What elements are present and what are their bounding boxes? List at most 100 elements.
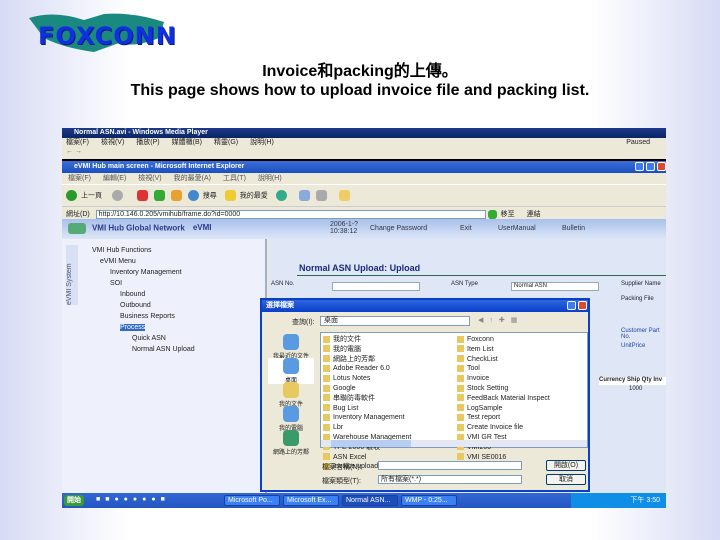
- user-manual-link[interactable]: UserManual: [498, 225, 536, 232]
- menu-help[interactable]: 說明(H): [250, 139, 274, 146]
- unit-price-label: UnitPrice: [621, 343, 646, 349]
- address-label: 網址(D): [66, 211, 90, 218]
- tree-outbound[interactable]: Outbound: [92, 300, 195, 311]
- place-network[interactable]: 網路上的芳鄰: [268, 430, 314, 456]
- file-item[interactable]: FeedBack Material Inspect: [457, 394, 587, 404]
- file-item[interactable]: Create Invoice file: [457, 423, 587, 433]
- filename-input[interactable]: [378, 461, 522, 470]
- ie-menu-edit[interactable]: 編輯(E): [103, 175, 126, 182]
- task-normal-asn[interactable]: Normal ASN...: [342, 495, 398, 506]
- mail-icon[interactable]: [298, 190, 310, 201]
- ie-menu-view[interactable]: 檢視(V): [138, 175, 161, 182]
- filetype-select[interactable]: 所有檔案(*.*): [378, 475, 522, 484]
- place-documents[interactable]: 我的文件: [268, 382, 314, 408]
- open-button[interactable]: 開啟(O): [546, 460, 586, 471]
- place-computer[interactable]: 我的電腦: [268, 406, 314, 432]
- file-item[interactable]: 串聯防毒軟件: [323, 394, 453, 404]
- file-item[interactable]: 網路上的芳鄰: [323, 355, 453, 365]
- tree-root[interactable]: VMI Hub Functions: [92, 245, 195, 256]
- file-item[interactable]: Google: [323, 384, 453, 394]
- ie-menu-help[interactable]: 說明(H): [258, 175, 282, 182]
- file-list[interactable]: 我的文件 我的電腦 網路上的芳鄰 Adobe Reader 6.0 Lotus Note…: [320, 332, 588, 470]
- start-button[interactable]: 開始: [64, 495, 84, 506]
- forward-icon[interactable]: [111, 190, 123, 201]
- minimize-button[interactable]: [635, 162, 644, 171]
- look-in-select[interactable]: 桌面: [320, 316, 470, 326]
- tree-inventory[interactable]: Inventory Management: [92, 267, 195, 278]
- file-item[interactable]: Lotus Notes: [323, 374, 453, 384]
- menu-play[interactable]: 播放(P): [136, 139, 159, 146]
- links-label[interactable]: 連結: [527, 211, 541, 218]
- ie-menu: 檔案(F) 編輯(E) 檢視(V) 我的最愛(A) 工具(T) 說明(H): [62, 173, 666, 184]
- file-item[interactable]: Adobe Reader 6.0: [323, 364, 453, 374]
- dialog-close-button[interactable]: [578, 301, 587, 310]
- cancel-button[interactable]: 取消: [546, 474, 586, 485]
- file-item[interactable]: Inventory Management: [323, 413, 453, 423]
- history-icon[interactable]: [275, 190, 287, 201]
- favorites-label[interactable]: 我的最愛: [240, 192, 268, 199]
- task-excel[interactable]: Microsoft Ex...: [283, 495, 339, 506]
- change-password-link[interactable]: Change Password: [370, 225, 427, 232]
- menu-wizard[interactable]: 精靈(G): [214, 139, 238, 146]
- file-item[interactable]: Test report: [457, 413, 587, 423]
- go-icon[interactable]: [487, 209, 497, 219]
- stop-icon[interactable]: [136, 190, 148, 201]
- ie-menu-file[interactable]: 檔案(F): [68, 175, 91, 182]
- logo-wordmark: FOXCONN: [38, 22, 177, 50]
- asn-type-field[interactable]: Normal ASN: [511, 282, 599, 291]
- search-label[interactable]: 搜尋: [203, 192, 217, 199]
- menu-file[interactable]: 檔案(F): [66, 139, 89, 146]
- favorites-icon[interactable]: [224, 190, 236, 201]
- horizontal-scrollbar[interactable]: [321, 440, 587, 447]
- address-input[interactable]: http://10.146.0.205/vmihub/frame.do?id=0…: [95, 209, 486, 219]
- dialog-nav-icons[interactable]: ◀↑✚▦: [478, 316, 523, 324]
- task-powerpoint[interactable]: Microsoft Po...: [224, 495, 280, 506]
- tree-inbound[interactable]: Inbound: [92, 289, 195, 300]
- maximize-button[interactable]: [646, 162, 655, 171]
- wmp-nav[interactable]: ← →: [62, 148, 666, 159]
- wmp-titlebar: Normal ASN.avi - Windows Media Player: [62, 128, 666, 138]
- file-item[interactable]: Item List: [457, 345, 587, 355]
- time: 10:38:12: [330, 228, 358, 235]
- print-icon[interactable]: [315, 190, 327, 201]
- tree-reports[interactable]: Business Reports: [92, 311, 195, 322]
- tree-process[interactable]: Process: [120, 324, 146, 331]
- function-tree: VMI Hub Functions eVMI Menu Inventory Ma…: [92, 245, 195, 355]
- ie-menu-favorites[interactable]: 我的最愛(A): [174, 175, 211, 182]
- tree-quick-asn[interactable]: Quick ASN: [92, 333, 195, 344]
- exit-link[interactable]: Exit: [460, 225, 472, 232]
- file-item[interactable]: 我的文件: [323, 335, 453, 345]
- menu-library[interactable]: 媒體櫃(B): [172, 139, 202, 146]
- back-label[interactable]: 上一頁: [81, 192, 102, 199]
- file-item[interactable]: Tool: [457, 364, 587, 374]
- menu-view[interactable]: 檢視(V): [101, 139, 124, 146]
- go-button[interactable]: 移至: [501, 211, 515, 218]
- tree-normal-asn-upload[interactable]: Normal ASN Upload: [92, 344, 195, 355]
- file-item[interactable]: Foxconn: [457, 335, 587, 345]
- file-item[interactable]: LogSample: [457, 404, 587, 414]
- ie-menu-tools[interactable]: 工具(T): [223, 175, 246, 182]
- file-item[interactable]: 我的電腦: [323, 345, 453, 355]
- file-item[interactable]: CheckList: [457, 355, 587, 365]
- task-wmp[interactable]: WMP - 0:25...: [401, 495, 457, 506]
- file-item[interactable]: Invoice: [457, 374, 587, 384]
- close-button[interactable]: [657, 162, 666, 171]
- help-button[interactable]: [567, 301, 576, 310]
- bulletin-link[interactable]: Bulletin: [562, 225, 585, 232]
- refresh-icon[interactable]: [153, 190, 165, 201]
- asn-no-input[interactable]: [332, 282, 420, 291]
- file-item[interactable]: Bug List: [323, 404, 453, 414]
- file-item[interactable]: Lbr: [323, 423, 453, 433]
- system-tab[interactable]: eVMI System: [66, 245, 78, 305]
- file-item[interactable]: Stock Setting: [457, 384, 587, 394]
- place-recent[interactable]: 我最近的文件: [268, 334, 314, 360]
- tree-soi[interactable]: SOI: [92, 278, 195, 289]
- messenger-icon[interactable]: [338, 190, 350, 201]
- back-icon[interactable]: [66, 190, 77, 201]
- home-icon[interactable]: [170, 190, 182, 201]
- quick-launch-icons[interactable]: ■■●●●●●■: [96, 496, 170, 503]
- tree-evmi-menu[interactable]: eVMI Menu: [92, 256, 195, 267]
- datetime: 2006-1-? 10:38:12: [330, 221, 358, 235]
- place-desktop[interactable]: 桌面: [268, 358, 314, 384]
- search-icon[interactable]: [187, 190, 199, 201]
